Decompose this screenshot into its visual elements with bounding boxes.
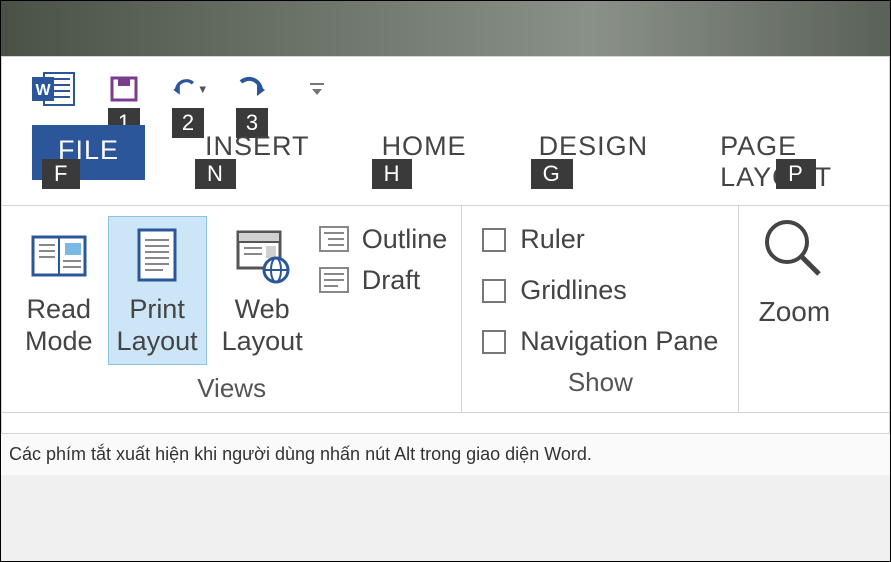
key-tip: N bbox=[195, 159, 236, 189]
button-label: Outline bbox=[362, 224, 448, 255]
button-label: Draft bbox=[362, 265, 421, 296]
outline-icon bbox=[318, 225, 352, 255]
web-layout-button[interactable]: WebLayout bbox=[213, 216, 312, 365]
tab-home[interactable]: HOME H bbox=[370, 125, 479, 174]
desktop-backdrop bbox=[1, 1, 890, 56]
tab-page-layout[interactable]: PAGE LAYOUT P bbox=[708, 125, 889, 205]
key-tip: H bbox=[372, 159, 413, 189]
redo-icon bbox=[234, 74, 270, 104]
ribbon-tabs: FILE F INSERT N HOME H DESIGN G PAGE LAY… bbox=[2, 115, 889, 205]
qat-redo-button[interactable]: 3 bbox=[234, 74, 270, 104]
checkbox-label: Ruler bbox=[520, 224, 585, 255]
key-tip: F bbox=[42, 159, 80, 189]
ruler-checkbox[interactable]: Ruler bbox=[482, 222, 585, 257]
group-label: Views bbox=[197, 373, 266, 404]
zoom-button[interactable]: Zoom bbox=[739, 206, 835, 412]
figure-caption: Các phím tắt xuất hiện khi người dùng nh… bbox=[1, 434, 890, 475]
undo-icon bbox=[170, 74, 206, 104]
web-layout-icon bbox=[230, 223, 294, 287]
outline-button[interactable]: Outline bbox=[318, 224, 448, 255]
checkbox-icon bbox=[482, 279, 506, 303]
read-mode-button[interactable]: ReadMode bbox=[16, 216, 102, 365]
checkbox-icon bbox=[482, 330, 506, 354]
qat-undo-button[interactable]: 2 bbox=[170, 74, 206, 104]
button-label: PrintLayout bbox=[117, 293, 198, 358]
customize-qat-button[interactable] bbox=[308, 80, 326, 98]
tab-file[interactable]: FILE F bbox=[32, 125, 145, 180]
checkbox-label: Gridlines bbox=[520, 275, 627, 306]
tab-label: DESIGN bbox=[539, 131, 649, 161]
save-icon bbox=[106, 74, 142, 104]
word-window: W 1 2 3 FILE F bbox=[1, 56, 890, 434]
navigation-pane-checkbox[interactable]: Navigation Pane bbox=[482, 324, 718, 359]
group-label: Show bbox=[568, 367, 633, 398]
tab-label: INSERT bbox=[205, 131, 310, 161]
print-layout-icon bbox=[125, 223, 189, 287]
tab-design[interactable]: DESIGN G bbox=[527, 125, 661, 174]
key-tip: G bbox=[531, 159, 573, 189]
document-area bbox=[2, 413, 889, 433]
key-tip: P bbox=[776, 159, 816, 189]
group-views: ReadMode PrintLayout WebLayout bbox=[2, 206, 462, 412]
button-label: WebLayout bbox=[222, 293, 303, 358]
draft-button[interactable]: Draft bbox=[318, 265, 448, 296]
group-show: Ruler Gridlines Navigation Pane Show bbox=[462, 206, 739, 412]
ribbon-body: ReadMode PrintLayout WebLayout bbox=[2, 205, 889, 413]
qat-save-button[interactable]: 1 bbox=[106, 74, 142, 104]
button-label: Zoom bbox=[759, 296, 831, 328]
gridlines-checkbox[interactable]: Gridlines bbox=[482, 273, 627, 308]
tab-label: HOME bbox=[382, 131, 467, 161]
checkbox-icon bbox=[482, 228, 506, 252]
print-layout-button[interactable]: PrintLayout bbox=[108, 216, 207, 365]
quick-access-toolbar: W 1 2 3 bbox=[2, 57, 889, 115]
word-logo-icon: W bbox=[30, 69, 78, 109]
svg-text:W: W bbox=[35, 82, 51, 99]
zoom-icon bbox=[757, 212, 831, 286]
tab-insert[interactable]: INSERT N bbox=[193, 125, 322, 174]
draft-icon bbox=[318, 266, 352, 296]
button-label: ReadMode bbox=[25, 293, 93, 358]
read-mode-icon bbox=[27, 223, 91, 287]
checkbox-label: Navigation Pane bbox=[520, 326, 718, 357]
